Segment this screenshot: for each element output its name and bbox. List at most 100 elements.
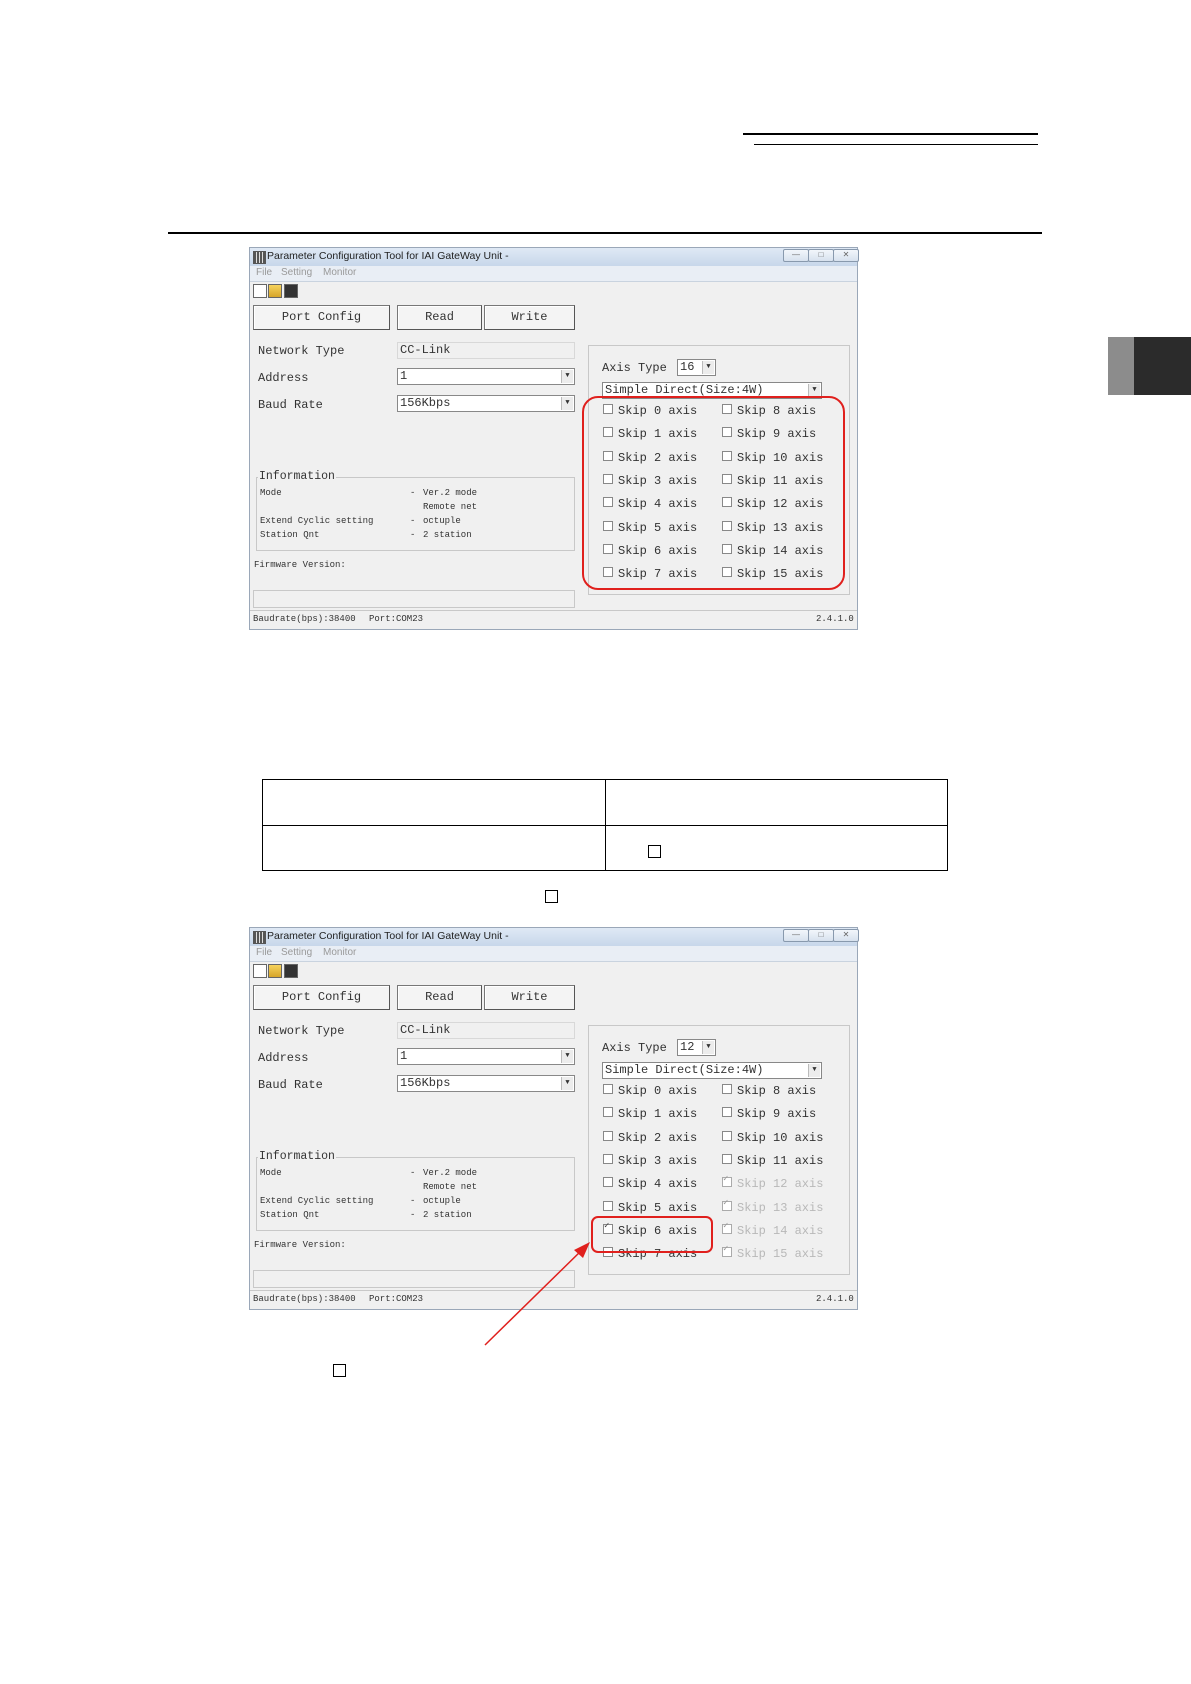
address-value: 1 [400,1049,408,1063]
read-button[interactable]: Read [397,985,482,1010]
minimize-icon[interactable]: — [783,249,809,262]
skip-axis-8-checkbox[interactable]: Skip 8 axis [722,1084,816,1098]
checkbox-icon: ✓ [722,1174,732,1188]
write-button[interactable]: Write [484,985,575,1010]
skip-axis-label: Skip 3 axis [618,1153,698,1168]
checkbox-icon: ✓ [722,1221,732,1234]
minimize-icon[interactable]: — [783,929,809,942]
info-value: octuple [423,1196,461,1206]
port-config-button[interactable]: Port Config [253,305,390,330]
skip-axis-9-checkbox[interactable]: Skip 9 axis [722,1107,816,1121]
maximize-icon[interactable]: □ [808,929,834,942]
axis-type-label: Axis Type [602,361,667,375]
information-title: Information [258,1150,336,1163]
skip-axis-1-checkbox[interactable]: Skip 1 axis [603,1107,697,1121]
checkbox-icon [722,1084,732,1094]
baud-rate-select[interactable]: 156Kbps ▼ [397,1075,575,1092]
checkmark-icon: ✓ [723,1174,729,1185]
checkbox-icon: ✓ [722,1244,732,1258]
chevron-down-icon[interactable]: ▼ [561,1077,573,1090]
info-label: Mode [260,1168,282,1178]
app-icon [253,931,266,944]
title-bar: Parameter Configuration Tool for IAI Gat… [250,928,859,947]
axis-type-select[interactable]: 16 ▼ [677,359,716,376]
information-group: Information Mode - Ver.2 mode Remote net Exte… [256,470,575,551]
menu-monitor[interactable]: Monitor [323,267,356,278]
skip-axis-4-checkbox[interactable]: Skip 4 axis [603,1177,697,1191]
axis-type-value: 12 [680,1040,695,1054]
info-label: Station Qnt [260,530,320,540]
skip-axis-label: Skip 0 axis [618,1084,698,1098]
placeholder-box [333,1364,346,1377]
window-title: Parameter Configuration Tool for IAI Gat… [267,930,509,942]
chevron-down-icon[interactable]: ▼ [702,361,714,374]
firmware-version-box [253,590,575,608]
menu-file[interactable]: File [256,947,272,958]
skip-axis-15-checkbox: ✓ Skip 15 axis [722,1244,823,1261]
skip-axis-14-checkbox: ✓ Skip 14 axis [722,1221,823,1238]
chevron-down-icon[interactable]: ▼ [702,1041,714,1054]
skip-axis-5-checkbox[interactable]: Skip 5 axis [603,1200,697,1215]
skip-axis-11-checkbox[interactable]: Skip 11 axis [722,1153,823,1168]
menu-setting[interactable]: Setting [281,947,312,958]
mode-select[interactable]: Simple Direct(Size:4W) ▼ [602,1062,822,1079]
checkbox-icon [722,1130,732,1141]
address-select[interactable]: 1 ▼ [397,1048,575,1065]
skip-6-axis-highlight [591,1216,713,1253]
info-dash: - [410,1210,416,1220]
menu-file[interactable]: File [256,267,272,278]
menu-bar: File Setting Monitor [250,266,857,282]
port-config-button[interactable]: Port Config [253,985,390,1010]
menu-monitor[interactable]: Monitor [323,947,356,958]
chevron-down-icon[interactable]: ▼ [808,1064,820,1077]
address-select[interactable]: 1 ▼ [397,368,575,385]
chevron-down-icon[interactable]: ▼ [561,397,573,410]
skip-axis-3-checkbox[interactable]: Skip 3 axis [603,1153,698,1168]
firmware-version-label: Firmware Version: [254,1240,346,1250]
open-folder-icon[interactable] [268,964,282,978]
address-label: Address [258,371,309,385]
baud-rate-label: Baud Rate [258,1078,323,1092]
skip-axis-label: Skip 4 axis [618,1177,698,1192]
write-button[interactable]: Write [484,305,575,330]
menu-setting[interactable]: Setting [281,267,312,278]
info-label: Mode [260,488,282,498]
chevron-down-icon[interactable]: ▼ [561,370,573,383]
open-folder-icon[interactable] [268,284,282,298]
maximize-icon[interactable]: □ [808,249,834,262]
information-group: Information Mode - Ver.2 mode Remote net Exte… [256,1150,575,1231]
skip-axis-13-checkbox: ✓ Skip 13 axis [722,1198,823,1215]
window-title: Parameter Configuration Tool for IAI Gat… [267,250,509,262]
checkbox-icon [603,1153,613,1164]
close-icon[interactable]: ✕ [833,249,859,262]
chapter-tab [1108,337,1191,395]
status-port: Port:COM23 [369,1294,424,1304]
address-label: Address [258,1051,309,1065]
checkbox-icon [603,1177,613,1188]
parameter-table [262,779,948,871]
axis-type-select[interactable]: 12 ▼ [677,1039,716,1056]
chevron-down-icon[interactable]: ▼ [561,1050,573,1063]
skip-axis-label: Skip 9 axis [737,1107,817,1122]
info-value: Remote net [423,502,478,512]
new-file-icon[interactable] [253,284,267,298]
close-icon[interactable]: ✕ [833,929,859,942]
save-icon[interactable] [284,964,298,978]
title-bar: Parameter Configuration Tool for IAI Gat… [250,248,859,267]
skip-axis-2-checkbox[interactable]: Skip 2 axis [603,1130,697,1145]
info-label: Extend Cyclic setting [260,1196,374,1206]
skip-axis-0-checkbox[interactable]: Skip 0 axis [603,1084,697,1098]
baud-rate-select[interactable]: 156Kbps ▼ [397,395,575,412]
new-file-icon[interactable] [253,964,267,978]
status-version: 2.4.1.0 [816,614,854,624]
toolbar [250,282,857,302]
skip-axis-12-checkbox: ✓ Skip 12 axis [722,1174,823,1191]
checkbox-icon [722,1153,732,1164]
checkmark-icon: ✓ [723,1244,729,1255]
baud-rate-value: 156Kbps [400,1076,451,1090]
read-button[interactable]: Read [397,305,482,330]
save-icon[interactable] [284,284,298,298]
skip-axis-label: Skip 10 axis [737,1130,824,1145]
skip-axis-10-checkbox[interactable]: Skip 10 axis [722,1130,824,1145]
info-value: octuple [423,516,461,526]
